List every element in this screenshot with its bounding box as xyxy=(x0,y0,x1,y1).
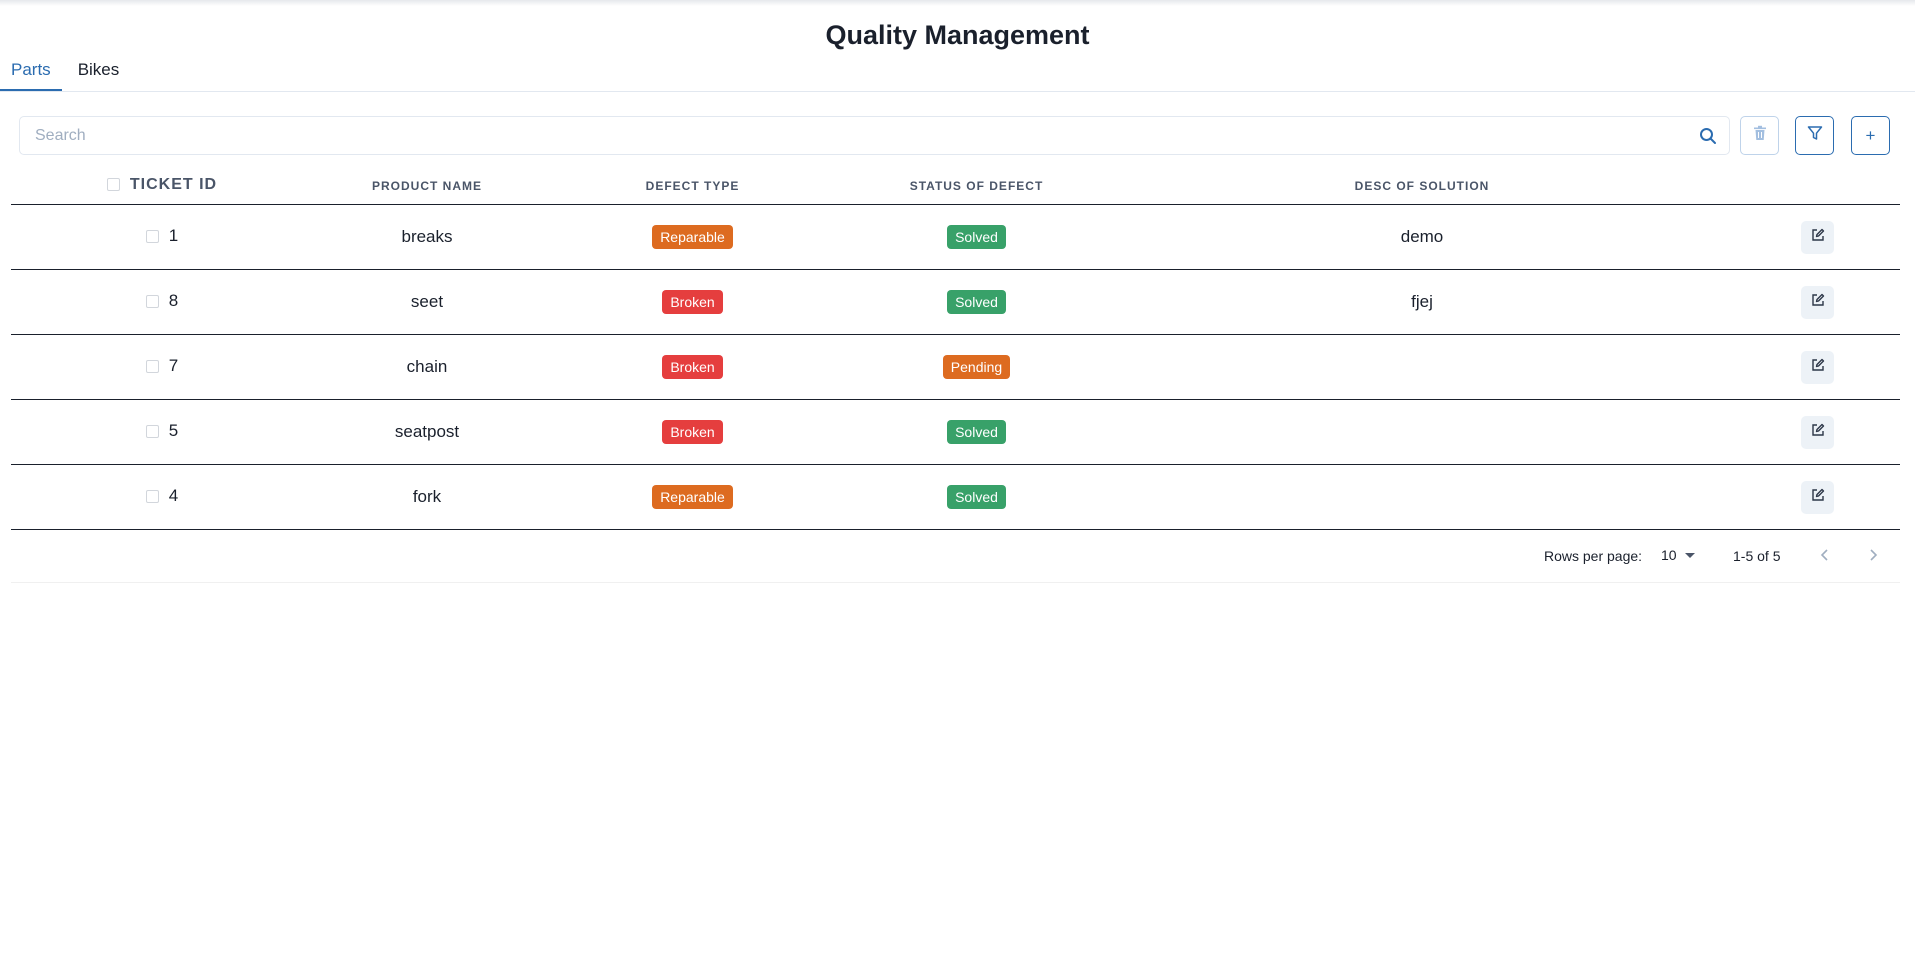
solution-description: fjej xyxy=(1109,269,1735,335)
search-icon[interactable] xyxy=(1699,127,1717,145)
select-all-checkbox[interactable] xyxy=(106,178,120,192)
edit-button[interactable] xyxy=(1801,350,1834,384)
table-row: 4 fork Reparable Solved xyxy=(11,464,1900,530)
ticket-id: 5 xyxy=(168,421,179,441)
table-row: 1 breaks Reparable Solved demo xyxy=(11,204,1900,270)
table-row: 7 chain Broken Pending xyxy=(11,334,1900,400)
row-checkbox[interactable] xyxy=(145,489,159,503)
edit-icon xyxy=(1811,487,1825,507)
product-name: seet xyxy=(313,269,541,335)
pagination: Rows per page: 10 1-5 of 5 xyxy=(11,530,1900,583)
rows-per-page-select[interactable]: 10 xyxy=(1661,547,1695,563)
row-checkbox[interactable] xyxy=(145,424,159,438)
product-name: chain xyxy=(313,334,541,400)
column-header-status: STATUS OF DEFECT xyxy=(844,168,1109,205)
page-title: Quality Management xyxy=(825,20,1090,50)
ticket-id: 4 xyxy=(168,486,179,506)
tab-parts[interactable]: Parts xyxy=(0,56,62,91)
tickets-table: TICKET ID PRODUCT NAME DEFECT TYPE STATU… xyxy=(11,168,1900,530)
row-checkbox[interactable] xyxy=(145,229,159,243)
edit-icon xyxy=(1811,292,1825,312)
table-header-row: TICKET ID PRODUCT NAME DEFECT TYPE STATU… xyxy=(11,168,1900,205)
previous-page-button[interactable] xyxy=(1814,544,1836,566)
table-row: 8 seet Broken Solved fjej xyxy=(11,269,1900,335)
defect-type-badge: Reparable xyxy=(652,485,733,509)
edit-icon xyxy=(1811,422,1825,442)
product-name: fork xyxy=(313,464,541,530)
edit-button[interactable] xyxy=(1801,415,1834,449)
solution-description xyxy=(1109,334,1735,400)
product-name: breaks xyxy=(313,204,541,270)
edit-button[interactable] xyxy=(1801,285,1834,319)
status-badge: Solved xyxy=(947,290,1006,314)
tab-bar: Parts Bikes xyxy=(0,56,1915,92)
edit-button[interactable] xyxy=(1801,480,1834,514)
defect-type-badge: Broken xyxy=(662,290,723,314)
rows-per-page-value: 10 xyxy=(1661,547,1677,563)
ticket-id: 7 xyxy=(168,356,179,376)
add-button[interactable]: + xyxy=(1851,116,1890,155)
caret-down-icon xyxy=(1684,552,1695,558)
solution-description: demo xyxy=(1109,204,1735,270)
column-header-product-name: PRODUCT NAME xyxy=(313,168,541,205)
table-row: 5 seatpost Broken Solved xyxy=(11,399,1900,465)
column-header-actions xyxy=(1735,168,1900,205)
defect-type-badge: Broken xyxy=(662,355,723,379)
plus-icon: + xyxy=(1865,125,1876,145)
row-checkbox[interactable] xyxy=(145,359,159,373)
solution-description xyxy=(1109,464,1735,530)
product-name: seatpost xyxy=(313,399,541,465)
tab-bikes[interactable]: Bikes xyxy=(67,56,131,91)
column-header-solution: DESC OF SOLUTION xyxy=(1109,168,1735,205)
trash-icon xyxy=(1753,125,1767,146)
edit-button[interactable] xyxy=(1801,220,1834,254)
chevron-left-icon xyxy=(1820,549,1828,561)
edit-icon xyxy=(1811,357,1825,377)
rows-per-page-label: Rows per page: xyxy=(1544,548,1643,564)
status-badge: Solved xyxy=(947,420,1006,444)
solution-description xyxy=(1109,399,1735,465)
defect-type-badge: Broken xyxy=(662,420,723,444)
column-header-label: TICKET ID xyxy=(129,175,218,193)
header-shadow xyxy=(0,0,1915,6)
page-range: 1-5 of 5 xyxy=(1733,548,1781,564)
column-header-defect-type: DEFECT TYPE xyxy=(541,168,844,205)
defect-type-badge: Reparable xyxy=(652,225,733,249)
ticket-id: 1 xyxy=(168,226,179,246)
filter-icon xyxy=(1807,125,1823,146)
delete-button[interactable] xyxy=(1740,116,1779,155)
chevron-right-icon xyxy=(1870,549,1878,561)
status-badge: Pending xyxy=(942,355,1011,379)
edit-icon xyxy=(1811,227,1825,247)
search-input[interactable] xyxy=(20,117,1680,154)
filter-button[interactable] xyxy=(1795,116,1834,155)
row-checkbox[interactable] xyxy=(145,294,159,308)
next-page-button[interactable] xyxy=(1862,544,1884,566)
ticket-id: 8 xyxy=(168,291,179,311)
status-badge: Solved xyxy=(947,225,1006,249)
search-box xyxy=(19,116,1730,155)
column-header-ticket-id: TICKET ID xyxy=(11,168,313,205)
status-badge: Solved xyxy=(947,485,1006,509)
